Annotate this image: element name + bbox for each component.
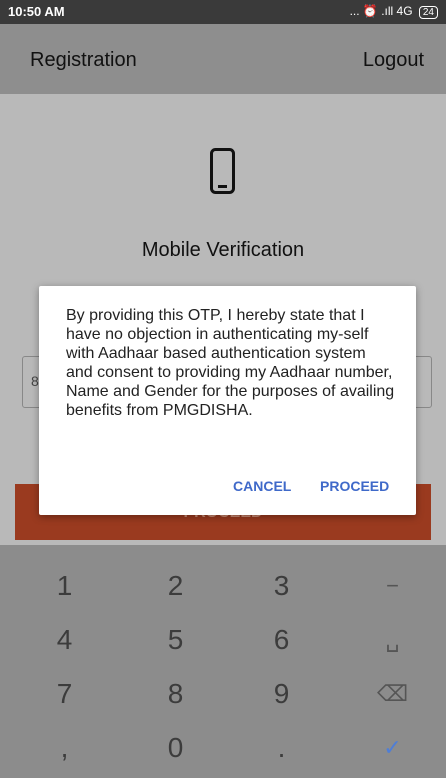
app-bar: Registration Logout (0, 24, 446, 94)
numeric-keypad: 1 2 3 − 4 5 6 ␣ 7 8 9 ⌫ , 0 . ✓ (0, 545, 446, 778)
status-icons: ... ⏰ .ıll 4G 24 (350, 4, 438, 19)
key-4[interactable]: 4 (9, 611, 120, 669)
comma-key[interactable]: , (9, 719, 120, 777)
battery-icon: 24 (418, 6, 438, 19)
key-1[interactable]: 1 (9, 557, 120, 615)
key-9[interactable]: 9 (226, 665, 337, 723)
status-bar: 10:50 AM ... ⏰ .ıll 4G 24 (0, 0, 446, 24)
page-title: Registration (30, 49, 137, 71)
consent-dialog: By providing this OTP, I hereby state th… (39, 286, 416, 515)
otp-input-value: 8 (31, 373, 39, 389)
cancel-button[interactable]: CANCEL (233, 478, 291, 494)
space-key[interactable]: ␣ (337, 611, 446, 669)
dot-key[interactable]: . (226, 719, 337, 777)
key-0[interactable]: 0 (120, 719, 231, 777)
dialog-proceed-button[interactable]: PROCEED (320, 478, 389, 494)
key-5[interactable]: 5 (120, 611, 231, 669)
signal-icons: ... ⏰ .ıll 4G (349, 4, 413, 18)
done-key[interactable]: ✓ (337, 719, 446, 777)
mobile-phone-icon (210, 148, 235, 194)
verification-title: Mobile Verification (141, 239, 305, 261)
key-8[interactable]: 8 (120, 665, 231, 723)
key-2[interactable]: 2 (120, 557, 231, 615)
status-time: 10:50 AM (8, 4, 65, 19)
dialog-message: By providing this OTP, I hereby state th… (66, 307, 395, 419)
minus-key[interactable]: − (337, 557, 446, 615)
logout-button[interactable]: Logout (363, 49, 424, 72)
key-7[interactable]: 7 (9, 665, 120, 723)
backspace-key[interactable]: ⌫ (337, 665, 446, 723)
key-3[interactable]: 3 (226, 557, 337, 615)
key-6[interactable]: 6 (226, 611, 337, 669)
